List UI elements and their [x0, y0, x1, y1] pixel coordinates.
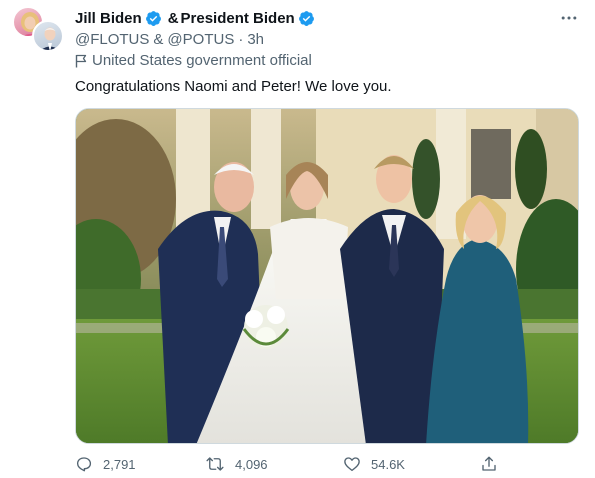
tweet-header: Jill Biden & President Biden @FLOTUS & @…	[75, 8, 555, 49]
government-label-text: United States government official	[92, 52, 312, 69]
share-button[interactable]	[480, 455, 508, 473]
reply-icon	[76, 457, 92, 472]
author2-handle[interactable]: @POTUS	[167, 31, 234, 48]
wedding-photo-image	[76, 109, 578, 443]
heart-icon	[344, 457, 360, 472]
verified-badge-icon	[145, 10, 161, 26]
author1-name[interactable]: Jill Biden	[75, 10, 142, 27]
more-horizontal-icon	[561, 16, 577, 20]
author1-handle[interactable]: @FLOTUS	[75, 31, 149, 48]
handles-separator: &	[153, 30, 164, 48]
author-names: Jill Biden & President Biden	[75, 8, 555, 28]
flag-icon	[75, 54, 87, 67]
share-icon	[482, 456, 496, 471]
author-handles: @FLOTUS & @POTUS · 3h	[75, 29, 555, 49]
tweet-timestamp[interactable]: 3h	[247, 31, 264, 48]
retweet-count: 4,096	[235, 456, 268, 472]
verified-badge-icon	[298, 10, 314, 26]
tweet-actions: 2,791 4,096 54.6K	[75, 455, 505, 475]
tweet-photo[interactable]	[75, 108, 579, 444]
reply-button[interactable]: 2,791	[75, 455, 136, 473]
more-options-button[interactable]	[557, 8, 581, 28]
author-conjunction: &	[167, 9, 179, 27]
author2-name[interactable]: President Biden	[181, 10, 295, 27]
author-avatars[interactable]	[10, 6, 66, 54]
like-button[interactable]: 54.6K	[343, 455, 405, 473]
avatar-president-biden[interactable]	[32, 20, 64, 52]
reply-count: 2,791	[103, 456, 136, 472]
government-label: United States government official	[75, 52, 312, 69]
time-separator: ·	[238, 30, 244, 48]
tweet-text: Congratulations Naomi and Peter! We love…	[75, 78, 392, 95]
retweet-button[interactable]: 4,096	[205, 455, 268, 473]
retweet-icon	[206, 457, 224, 471]
like-count: 54.6K	[371, 456, 405, 472]
